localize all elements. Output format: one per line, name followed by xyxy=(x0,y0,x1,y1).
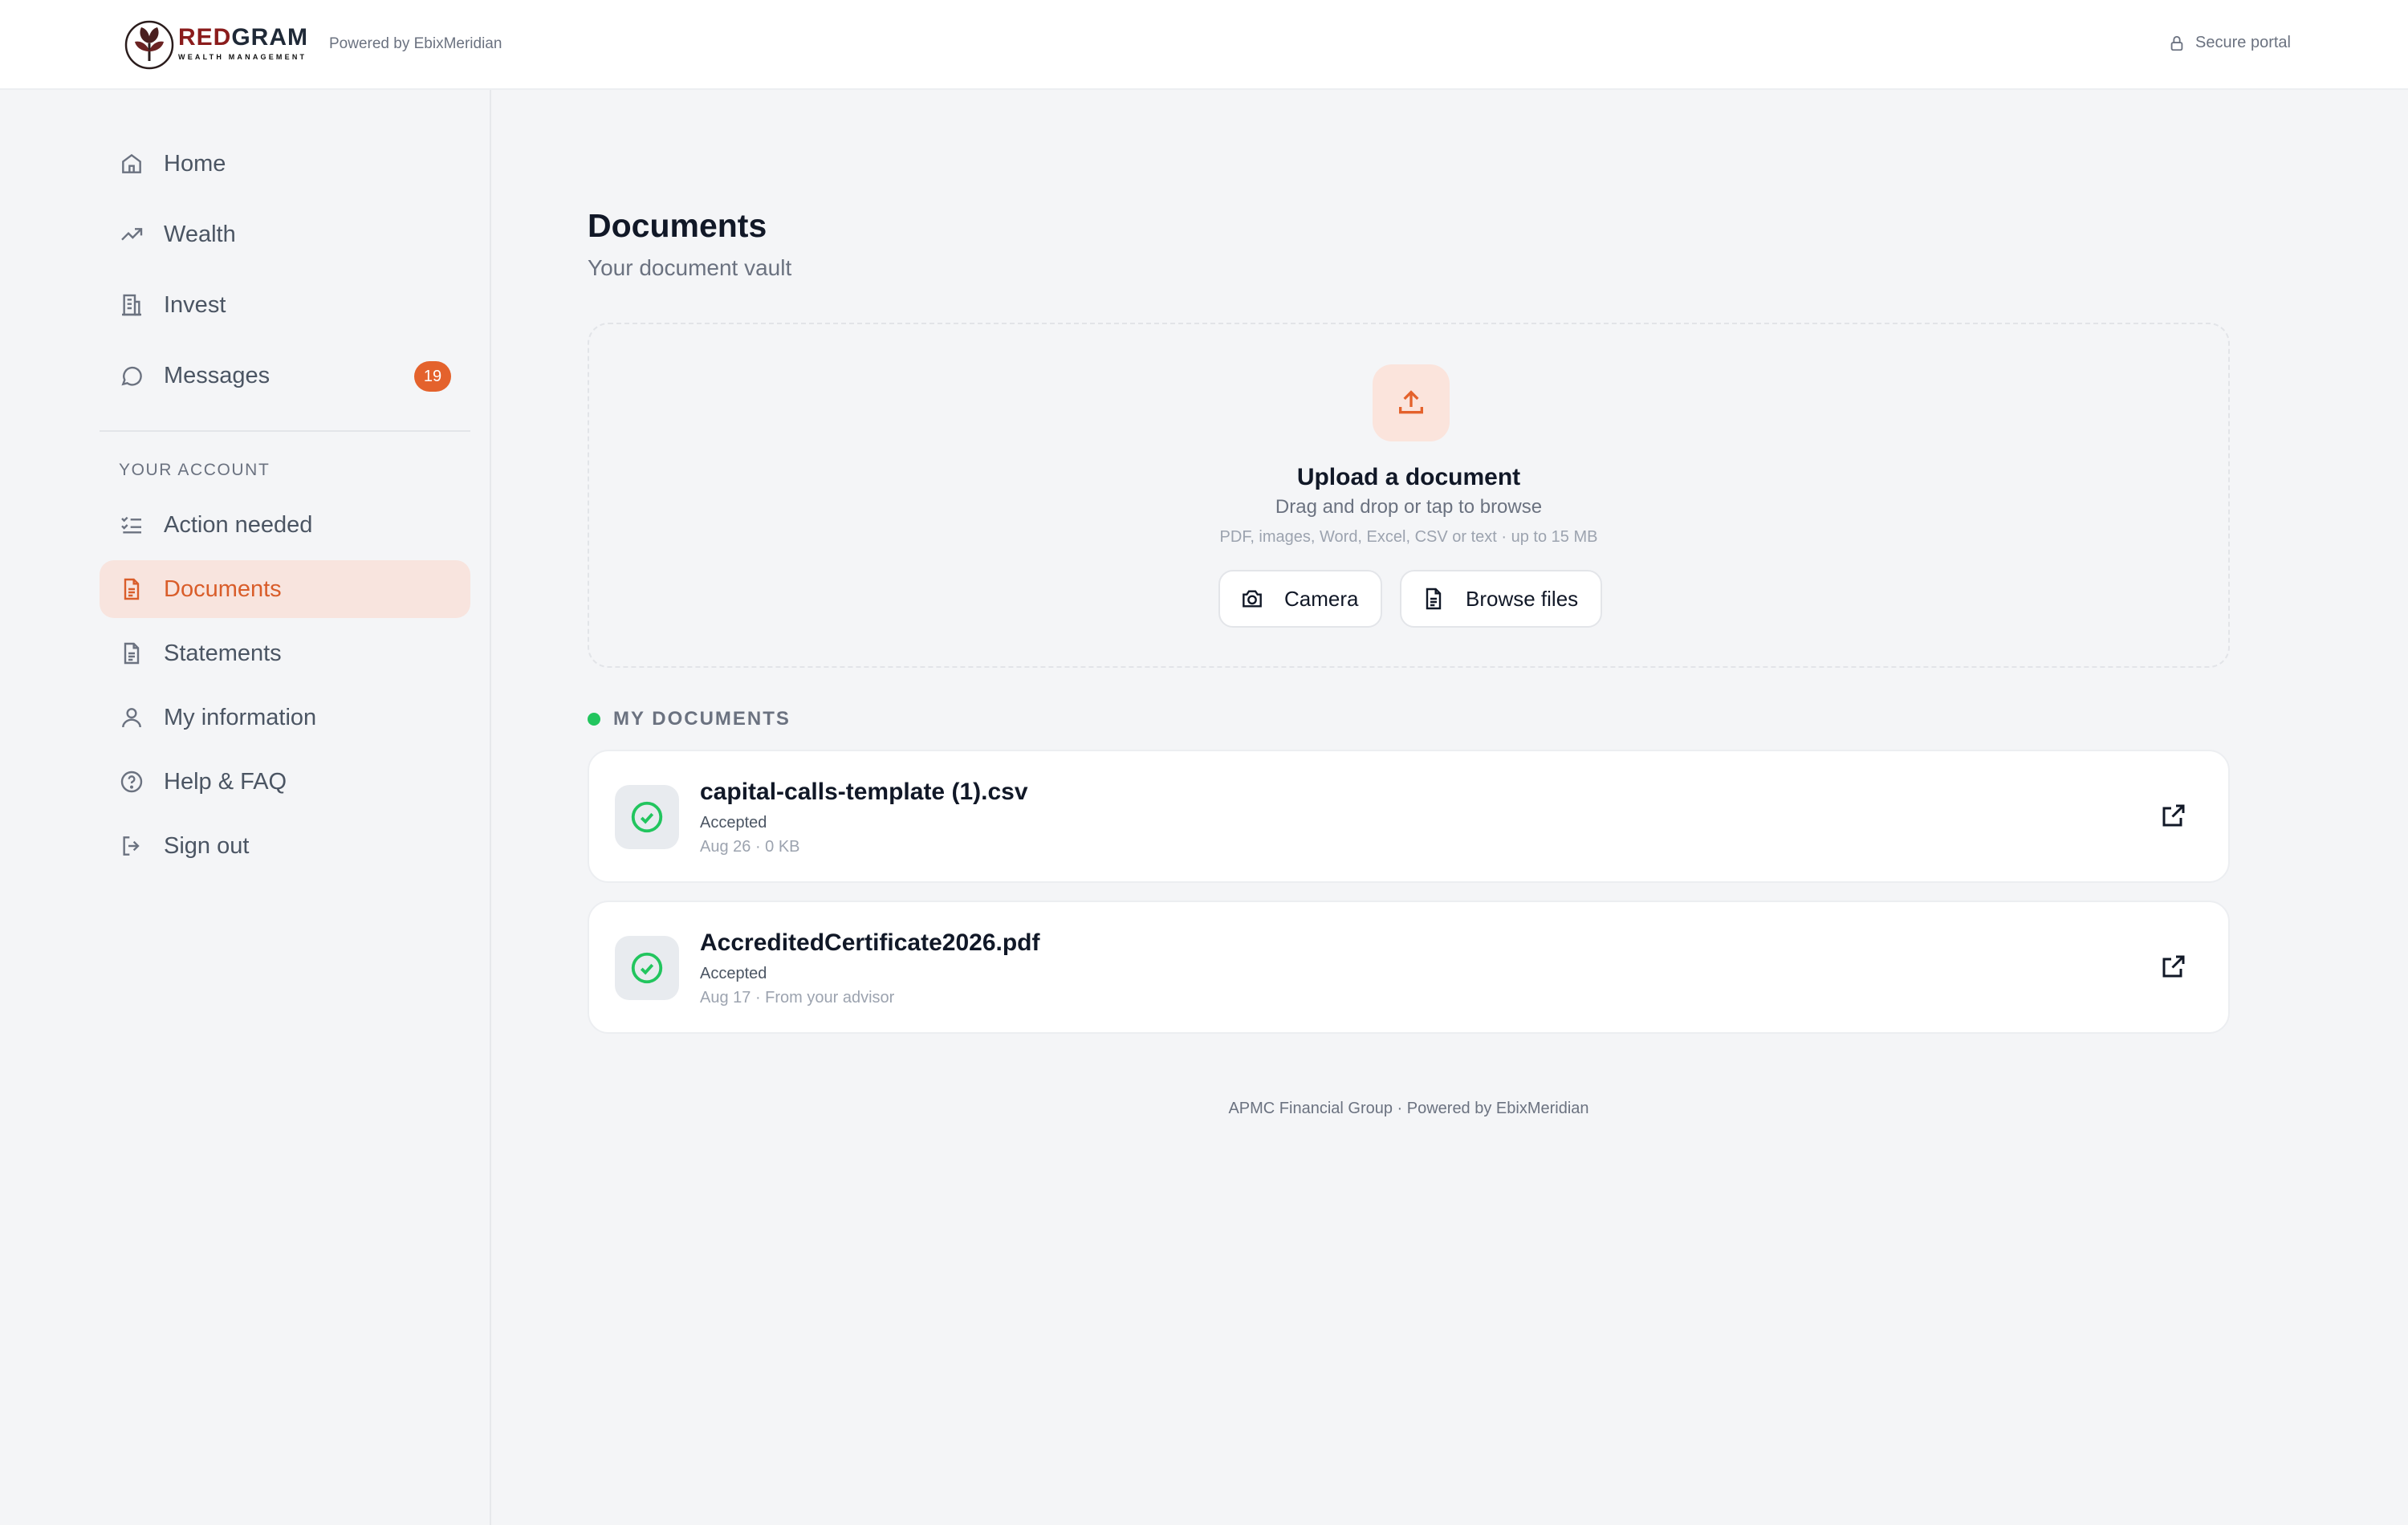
document-status: Accepted xyxy=(700,965,767,982)
browse-files-label: Browse files xyxy=(1466,586,1579,611)
document-meta: Aug 26 · 0 KB xyxy=(700,838,800,856)
browse-files-button[interactable]: Browse files xyxy=(1400,570,1602,628)
messages-count-badge: 19 xyxy=(414,361,451,392)
document-icon xyxy=(119,576,144,602)
sidebar-item-label: My information xyxy=(164,704,317,730)
brand-name-dark: GRAM xyxy=(231,24,308,51)
section-label-your-account: YOUR ACCOUNT xyxy=(119,461,270,479)
file-icon xyxy=(1401,586,1466,612)
sidebar-item-label: Sign out xyxy=(164,832,250,859)
sidebar-item-label: Messages xyxy=(164,362,270,388)
sign-out-icon xyxy=(119,833,144,859)
sidebar-item-messages[interactable]: Messages 19 xyxy=(100,347,470,405)
sidebar-item-sign-out[interactable]: Sign out xyxy=(100,817,470,875)
external-link-icon[interactable] xyxy=(2159,952,2188,981)
document-row[interactable]: AccreditedCertificate2026.pdf Accepted A… xyxy=(588,901,2230,1034)
page-subtitle: Your document vault xyxy=(588,255,792,280)
document-name: capital-calls-template (1).csv xyxy=(700,779,1028,805)
user-icon xyxy=(119,705,144,730)
top-bar: REDGRAM WEALTH MANAGEMENT Powered by Ebi… xyxy=(0,0,2408,90)
my-documents-heading: MY DOCUMENTS xyxy=(588,708,791,730)
sidebar-item-label: Documents xyxy=(164,575,282,602)
sidebar: Home Wealth Invest Messages 19 YOUR ACCO… xyxy=(0,90,491,1525)
home-icon xyxy=(119,151,144,177)
building-icon xyxy=(119,292,144,318)
sidebar-item-home[interactable]: Home xyxy=(100,135,470,193)
upload-icon xyxy=(1373,364,1450,441)
sidebar-item-label: Action needed xyxy=(164,511,313,538)
help-icon xyxy=(119,769,144,795)
page-title: Documents xyxy=(588,207,767,244)
upload-dropzone[interactable]: Upload a document Drag and drop or tap t… xyxy=(588,323,2230,668)
secure-portal-indicator: Secure portal xyxy=(2168,34,2291,52)
camera-icon xyxy=(1220,586,1284,612)
upload-title: Upload a document xyxy=(1296,464,1521,490)
upload-subtitle: Drag and drop or tap to browse xyxy=(1275,496,1543,518)
sidebar-divider xyxy=(100,430,470,432)
sidebar-item-label: Wealth xyxy=(164,221,236,247)
check-circle-icon xyxy=(615,936,679,1000)
sidebar-item-help-faq[interactable]: Help & FAQ xyxy=(100,753,470,811)
lock-icon xyxy=(2168,35,2186,52)
document-row[interactable]: capital-calls-template (1).csv Accepted … xyxy=(588,750,2230,883)
upload-hint: PDF, images, Word, Excel, CSV or text · … xyxy=(1219,528,1598,546)
document-meta: Aug 17 · From your advisor xyxy=(700,989,895,1007)
secure-portal-label: Secure portal xyxy=(2195,34,2291,51)
sidebar-item-documents[interactable]: Documents xyxy=(100,560,470,618)
sidebar-item-my-information[interactable]: My information xyxy=(100,689,470,746)
trending-up-icon xyxy=(119,222,144,247)
brand-wordmark: REDGRAM WEALTH MANAGEMENT xyxy=(178,24,308,61)
camera-button[interactable]: Camera xyxy=(1218,570,1382,628)
document-icon xyxy=(119,640,144,666)
status-dot xyxy=(588,713,600,726)
brand-name-red: RED xyxy=(178,24,232,51)
sidebar-item-label: Invest xyxy=(164,291,226,318)
sidebar-item-statements[interactable]: Statements xyxy=(100,624,470,682)
sidebar-item-label: Statements xyxy=(164,640,282,666)
list-check-icon xyxy=(119,512,144,538)
sidebar-item-wealth[interactable]: Wealth xyxy=(100,205,470,263)
external-link-icon[interactable] xyxy=(2159,801,2188,830)
sidebar-item-label: Home xyxy=(164,150,226,177)
message-icon xyxy=(119,363,144,388)
check-circle-icon xyxy=(615,785,679,849)
sidebar-item-action-needed[interactable]: Action needed xyxy=(100,496,470,554)
sidebar-item-label: Help & FAQ xyxy=(164,768,287,795)
brand-logo-icon[interactable] xyxy=(124,19,175,71)
document-name: AccreditedCertificate2026.pdf xyxy=(700,929,1040,956)
brand-tagline: WEALTH MANAGEMENT xyxy=(178,53,307,61)
sidebar-item-invest[interactable]: Invest xyxy=(100,276,470,334)
footer-text: APMC Financial Group · Powered by EbixMe… xyxy=(1228,1100,1589,1117)
powered-by-label: Powered by EbixMeridian xyxy=(329,35,502,52)
my-documents-label: MY DOCUMENTS xyxy=(613,708,791,730)
document-status: Accepted xyxy=(700,814,767,832)
camera-button-label: Camera xyxy=(1284,586,1359,611)
